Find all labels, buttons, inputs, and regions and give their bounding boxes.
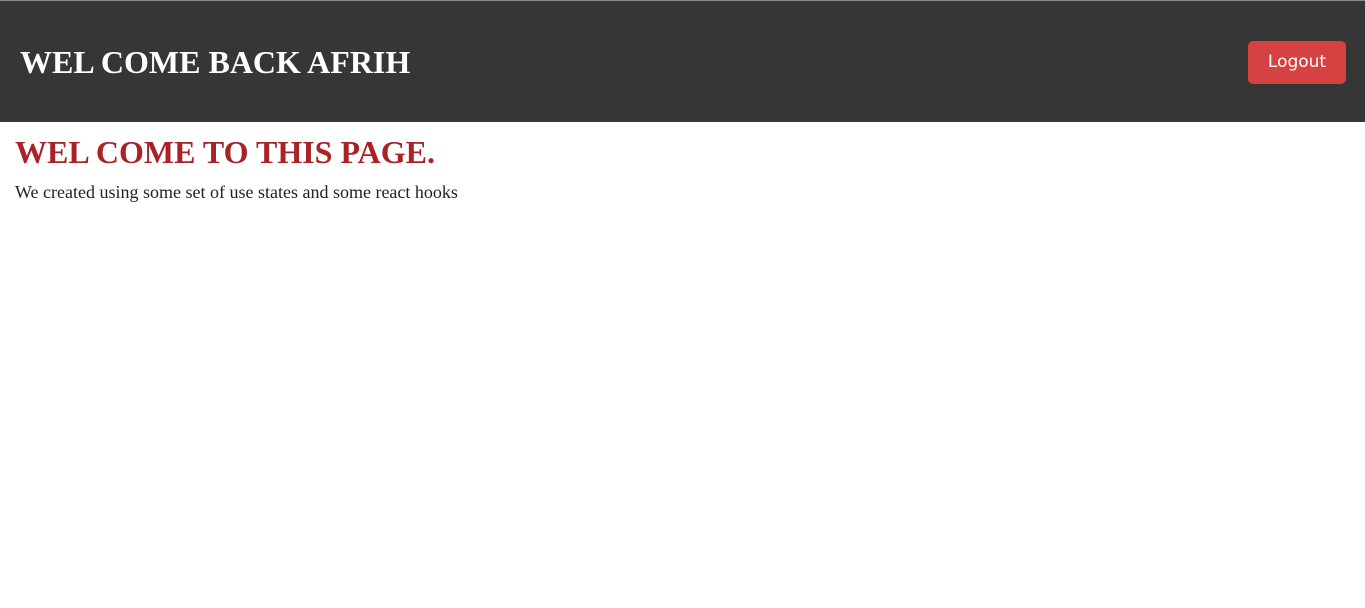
logout-button[interactable]: Logout bbox=[1248, 41, 1346, 84]
main-content: WEL COME TO THIS PAGE. We created using … bbox=[0, 122, 1365, 608]
page-header: WEL COME BACK AFRIH Logout bbox=[0, 0, 1365, 122]
welcome-back-title: WEL COME BACK AFRIH bbox=[20, 44, 411, 80]
page-heading: WEL COME TO THIS PAGE. bbox=[15, 134, 435, 170]
page-description: We created using some set of use states … bbox=[15, 182, 458, 202]
